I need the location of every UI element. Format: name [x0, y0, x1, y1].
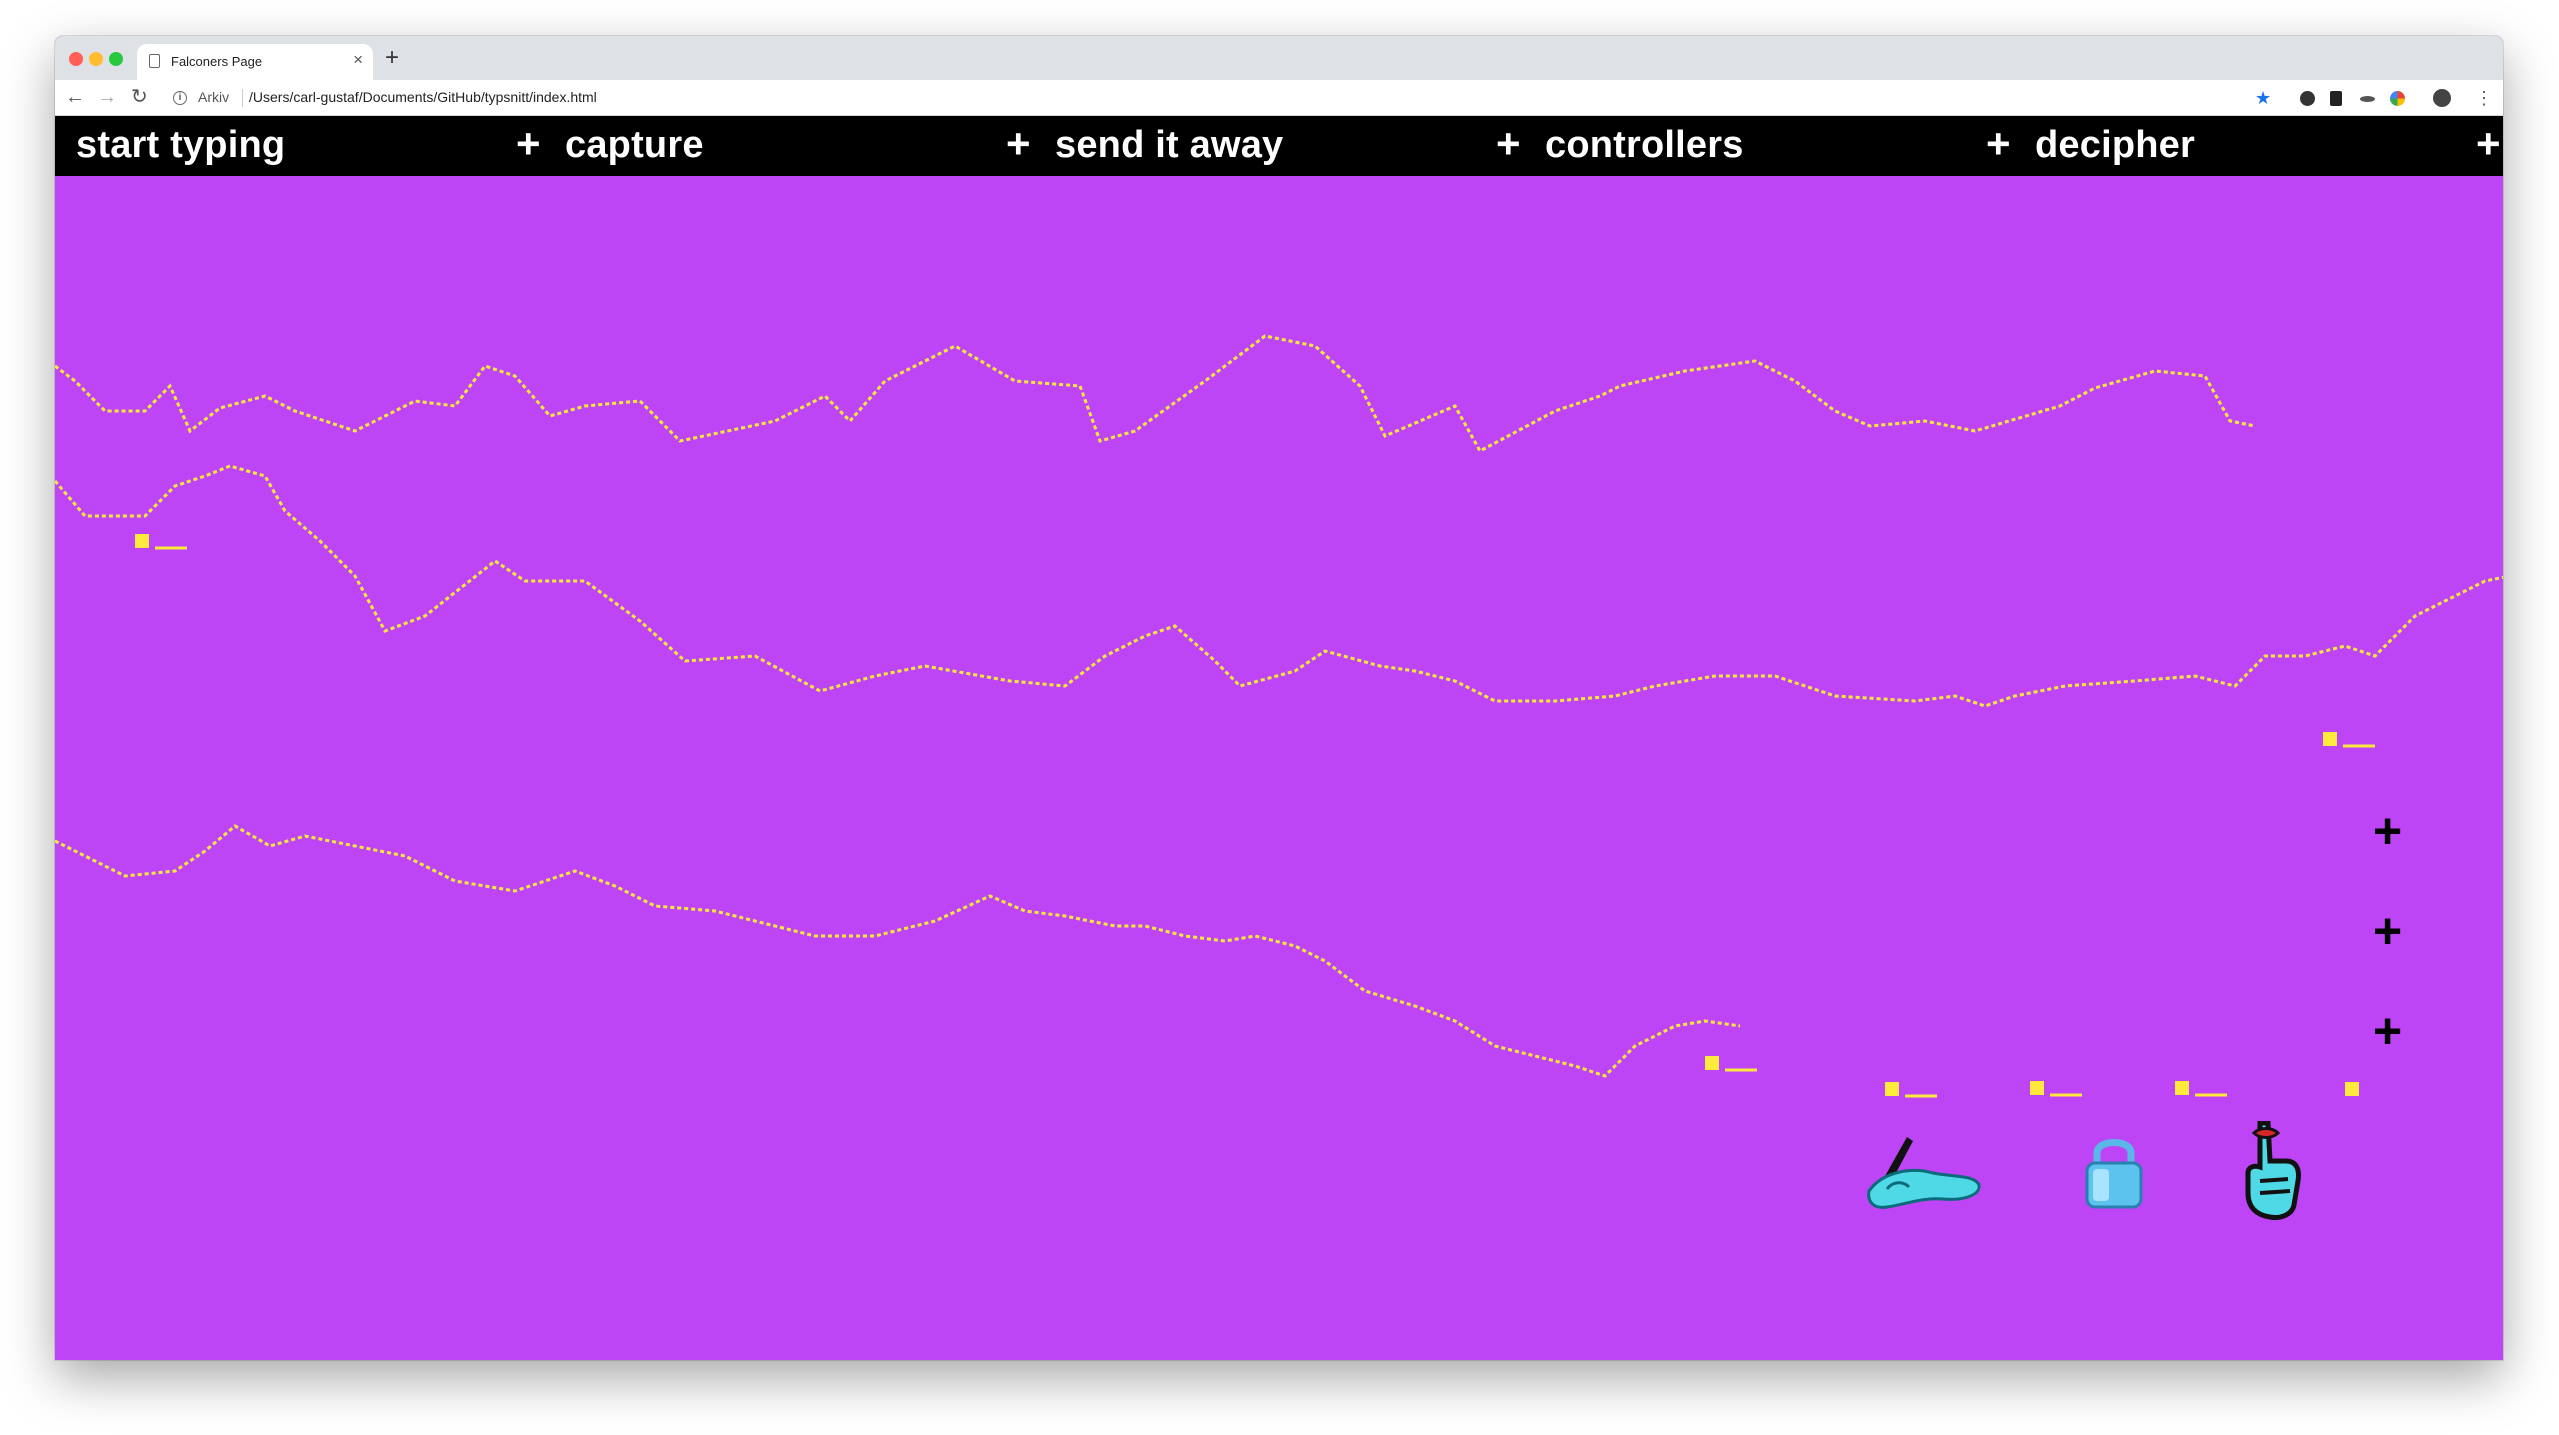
cursor-square: [2345, 1082, 2359, 1096]
tab-bar: Falconers Page × +: [55, 36, 2503, 80]
close-window-icon[interactable]: [69, 52, 83, 66]
typing-canvas[interactable]: + + +: [55, 176, 2503, 1360]
cursor-square: [1705, 1056, 1719, 1070]
cursor-square: [1885, 1082, 1899, 1096]
extension-icon[interactable]: [2300, 91, 2315, 106]
cursor-square: [135, 534, 149, 548]
cursor-square: [2323, 732, 2337, 746]
browser-window: Falconers Page × + ← → ↻ i Arkiv /Users/…: [55, 36, 2503, 1360]
typed-line-3: [55, 824, 1741, 1078]
bookmark-star-icon[interactable]: ★: [2255, 87, 2271, 109]
menu-send-it-away[interactable]: send it away: [1055, 124, 1283, 167]
document-icon: [149, 54, 160, 68]
profile-avatar[interactable]: [2433, 89, 2451, 107]
typed-line-2: [55, 464, 2503, 708]
cursor-square: [2175, 1081, 2189, 1095]
side-plus-1[interactable]: +: [2373, 806, 2402, 856]
tab-title: Falconers Page: [171, 54, 263, 69]
top-menu-bar: start typing + capture + send it away + …: [55, 116, 2503, 176]
address-bar[interactable]: /Users/carl-gustaf/Documents/GitHub/typs…: [249, 89, 597, 105]
minimize-window-icon[interactable]: [89, 52, 103, 66]
reload-button[interactable]: ↻: [131, 86, 148, 108]
side-plus-2[interactable]: +: [2373, 906, 2402, 956]
new-tab-button[interactable]: +: [385, 44, 399, 72]
color-picker-icon[interactable]: [2390, 91, 2405, 106]
menu-plus-4[interactable]: +: [1986, 120, 2011, 168]
cursor-square: [2030, 1081, 2044, 1095]
forward-button[interactable]: →: [97, 86, 117, 108]
back-button[interactable]: ←: [65, 86, 85, 108]
side-plus-3[interactable]: +: [2373, 1006, 2402, 1056]
address-separator: [242, 89, 243, 107]
menu-capture[interactable]: capture: [565, 124, 704, 167]
menu-plus-1[interactable]: +: [516, 120, 541, 168]
address-toolbar: ← → ↻ i Arkiv /Users/carl-gustaf/Documen…: [55, 80, 2503, 116]
shushing-hand-icon[interactable]: [2230, 1121, 2310, 1221]
info-icon[interactable]: i: [173, 91, 187, 105]
menu-plus-3[interactable]: +: [1496, 120, 1521, 168]
browser-menu-icon[interactable]: ⋮: [2475, 87, 2493, 109]
typed-line-1: [55, 334, 2256, 454]
site-label: Arkiv: [198, 89, 230, 105]
writing-hand-icon[interactable]: [1863, 1131, 1983, 1211]
tab-close-icon[interactable]: ×: [353, 50, 363, 70]
menu-start-typing[interactable]: start typing: [76, 124, 285, 167]
menu-plus-2[interactable]: +: [1006, 120, 1031, 168]
menu-controllers[interactable]: controllers: [1545, 124, 1744, 167]
padlock-icon[interactable]: [2079, 1131, 2149, 1211]
extension-dots-icon[interactable]: [2360, 96, 2375, 102]
extension-flag-icon[interactable]: [2330, 91, 2342, 106]
menu-plus-5[interactable]: +: [2476, 120, 2501, 168]
menu-decipher[interactable]: decipher: [2035, 124, 2195, 167]
maximize-window-icon[interactable]: [109, 52, 123, 66]
browser-tab[interactable]: Falconers Page ×: [137, 44, 373, 80]
